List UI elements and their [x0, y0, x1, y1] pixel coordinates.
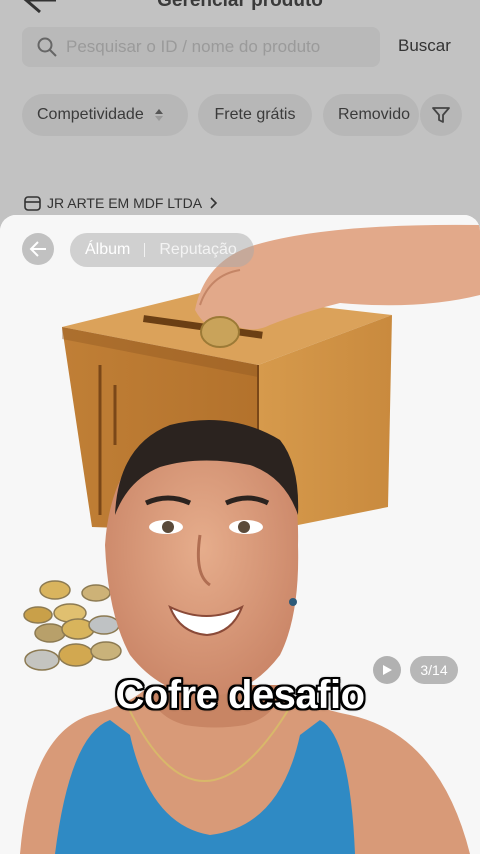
search-button[interactable]: Buscar	[398, 36, 451, 56]
product-media-viewer[interactable]: Álbum Reputação 3/14 Cofre desafio	[0, 215, 480, 854]
filter-frete-gratis[interactable]: Frete grátis	[198, 94, 312, 136]
search-icon	[37, 37, 57, 57]
filter-bar: Competividade Frete grátis Removido	[22, 94, 480, 136]
store-link[interactable]: JR ARTE EM MDF LTDA	[24, 195, 218, 211]
back-arrow-icon	[29, 241, 46, 257]
search-input[interactable]	[64, 36, 380, 58]
filter-competitividade-label: Competividade	[37, 106, 144, 123]
tab-reputacao[interactable]: Reputação	[159, 241, 236, 259]
chevron-right-icon	[210, 197, 218, 209]
product-video-frame	[0, 215, 480, 854]
sort-icon	[154, 109, 163, 121]
video-caption: Cofre desafio	[115, 673, 365, 717]
media-tabs: Álbum Reputação	[70, 233, 254, 267]
viewer-back-button[interactable]	[22, 233, 54, 265]
tab-album[interactable]: Álbum	[85, 241, 130, 259]
filter-removido[interactable]: Removido	[323, 94, 419, 136]
search-box[interactable]	[22, 27, 380, 67]
funnel-icon	[432, 107, 450, 123]
tab-separator	[144, 243, 146, 257]
page-title: Gerenciar produto	[157, 0, 323, 11]
filter-funnel-button[interactable]	[420, 94, 462, 136]
filter-competitividade[interactable]: Competividade	[22, 94, 188, 136]
store-name: JR ARTE EM MDF LTDA	[47, 195, 203, 211]
store-icon	[24, 195, 41, 211]
